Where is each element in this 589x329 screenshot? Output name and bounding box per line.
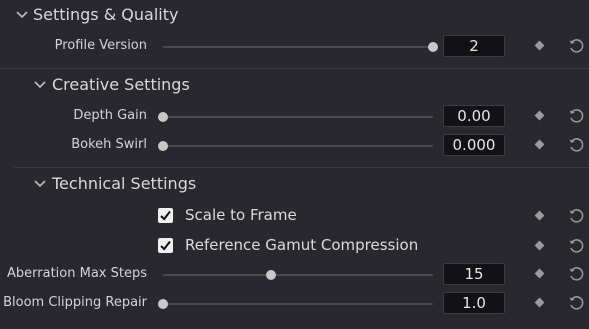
slider-knob[interactable] xyxy=(266,270,276,280)
slider-knob[interactable] xyxy=(428,42,438,52)
diamond-icon[interactable] xyxy=(534,240,545,251)
reset-icon[interactable] xyxy=(568,295,584,311)
reset-icon[interactable] xyxy=(568,108,584,124)
checkmark-icon xyxy=(160,210,171,221)
profile-version-label: Profile Version xyxy=(54,38,147,53)
bokeh-swirl-field[interactable]: 0.000 xyxy=(443,134,505,156)
bokeh-swirl-label: Bokeh Swirl xyxy=(71,137,147,152)
profile-version-field[interactable]: 2 xyxy=(443,35,505,57)
aberration-max-steps-slider[interactable] xyxy=(163,270,433,280)
slider-track xyxy=(163,116,433,118)
diamond-icon[interactable] xyxy=(534,297,545,308)
depth-gain-label: Depth Gain xyxy=(73,108,147,123)
diamond-icon[interactable] xyxy=(534,139,545,150)
checkmark-icon xyxy=(160,240,171,251)
slider-knob[interactable] xyxy=(158,112,168,122)
section-title-creative-settings[interactable]: Creative Settings xyxy=(52,75,190,94)
bloom-clipping-repair-slider[interactable] xyxy=(158,299,433,309)
profile-version-slider[interactable] xyxy=(163,42,438,52)
diamond-icon[interactable] xyxy=(534,268,545,279)
chevron-down-icon[interactable] xyxy=(33,78,47,92)
scale-to-frame-label: Scale to Frame xyxy=(185,206,297,224)
diamond-icon[interactable] xyxy=(534,110,545,121)
section-divider xyxy=(0,68,589,69)
chevron-down-icon[interactable] xyxy=(33,177,47,191)
reset-icon[interactable] xyxy=(568,266,584,282)
slider-track xyxy=(163,46,433,48)
diamond-icon[interactable] xyxy=(534,40,545,51)
slider-track xyxy=(163,274,433,276)
reset-icon[interactable] xyxy=(568,238,584,254)
section-title-settings-quality[interactable]: Settings & Quality xyxy=(33,5,178,24)
bloom-clipping-repair-field[interactable]: 1.0 xyxy=(443,292,505,314)
scale-to-frame-checkbox[interactable] xyxy=(158,208,173,223)
depth-gain-field[interactable]: 0.00 xyxy=(443,105,505,127)
aberration-max-steps-label: Aberration Max Steps xyxy=(7,266,147,281)
reference-gamut-compression-label: Reference Gamut Compression xyxy=(185,236,419,254)
reset-icon[interactable] xyxy=(568,137,584,153)
diamond-icon[interactable] xyxy=(534,210,545,221)
bokeh-swirl-slider[interactable] xyxy=(158,141,433,151)
slider-knob[interactable] xyxy=(158,299,168,309)
reference-gamut-compression-checkbox[interactable] xyxy=(158,238,173,253)
reset-icon[interactable] xyxy=(568,208,584,224)
section-divider xyxy=(14,167,589,168)
slider-track xyxy=(163,145,433,147)
slider-track xyxy=(163,303,433,305)
aberration-max-steps-field[interactable]: 15 xyxy=(443,263,505,285)
slider-knob[interactable] xyxy=(158,141,168,151)
depth-gain-slider[interactable] xyxy=(158,112,433,122)
reset-icon[interactable] xyxy=(568,38,584,54)
chevron-down-icon[interactable] xyxy=(15,8,29,22)
section-title-technical-settings[interactable]: Technical Settings xyxy=(52,174,196,193)
bloom-clipping-repair-label: Bloom Clipping Repair xyxy=(3,295,147,310)
